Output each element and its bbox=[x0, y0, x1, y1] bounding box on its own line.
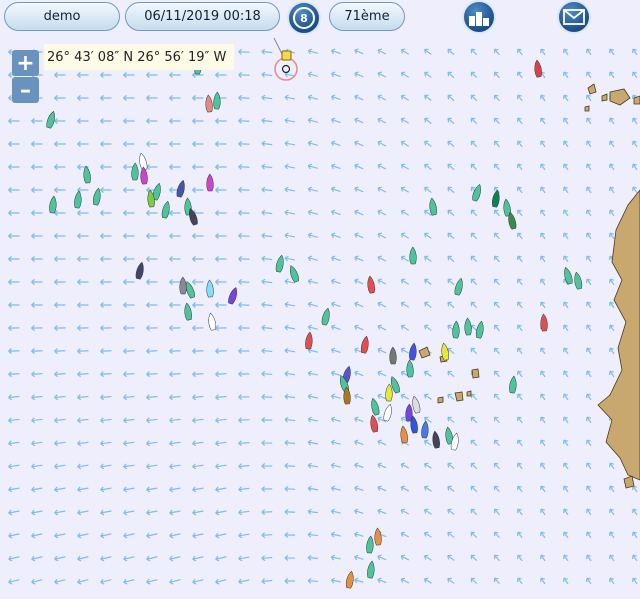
boat-marker-icon bbox=[281, 50, 292, 61]
datetime-label: 06/11/2019 00:18 bbox=[144, 9, 261, 24]
speed-gauge-button[interactable]: 8 bbox=[287, 1, 321, 35]
mail-envelope-icon bbox=[563, 9, 585, 25]
leaderboard-button[interactable] bbox=[462, 0, 496, 34]
player-name-label: demo bbox=[43, 9, 81, 24]
zoom-in-button[interactable]: + bbox=[12, 50, 39, 76]
messages-button[interactable] bbox=[557, 0, 591, 34]
cursor-coordinates: 26° 43′ 08″ N 26° 56′ 19″ W bbox=[44, 44, 235, 70]
sea-map[interactable] bbox=[0, 0, 640, 599]
ranking-label: 71ème bbox=[344, 9, 390, 24]
player-name-button[interactable]: demo bbox=[4, 2, 120, 31]
coordinates-label: 26° 43′ 08″ N 26° 56′ 19″ W bbox=[47, 49, 227, 65]
speed-value: 8 bbox=[300, 11, 308, 25]
ranking-podium-icon bbox=[469, 12, 489, 26]
zoom-in-label: + bbox=[16, 50, 35, 76]
speed-gauge-icon: 8 bbox=[293, 7, 315, 29]
zoom-out-button[interactable]: – bbox=[12, 77, 39, 103]
ranking-button[interactable]: 71ème bbox=[329, 2, 405, 31]
datetime-button[interactable]: 06/11/2019 00:18 bbox=[125, 2, 280, 31]
zoom-out-label: – bbox=[20, 77, 31, 103]
